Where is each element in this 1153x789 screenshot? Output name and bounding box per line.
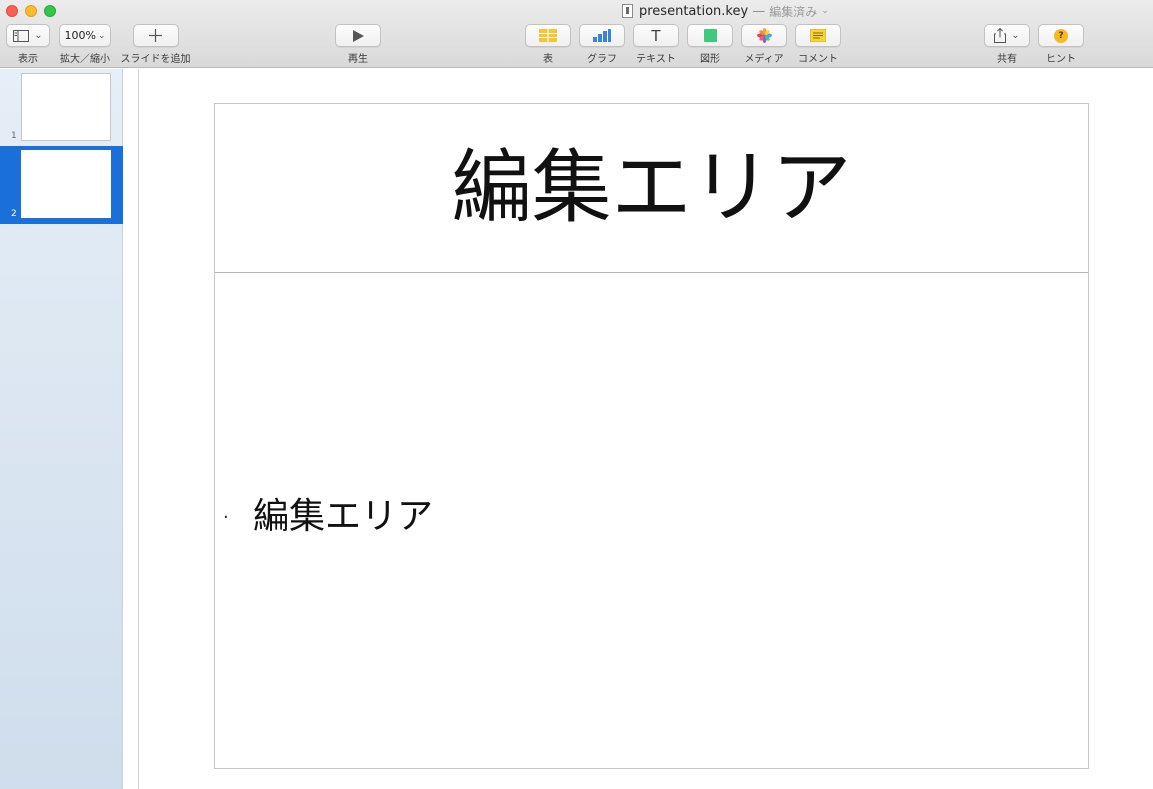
title-placeholder[interactable]: 編集エリア bbox=[215, 104, 1088, 273]
slide-canvas[interactable]: 編集エリア · 編集エリア bbox=[124, 69, 1153, 789]
window-title[interactable]: presentation.key — 編集済み ⌄ bbox=[622, 2, 829, 20]
text-label: テキスト bbox=[636, 54, 676, 65]
shape-control: 図形 bbox=[687, 24, 733, 65]
tips-label: ヒント bbox=[1046, 54, 1076, 65]
photos-icon bbox=[756, 28, 772, 43]
chevron-down-icon[interactable]: ⌄ bbox=[821, 6, 829, 16]
shape-icon bbox=[703, 29, 717, 42]
text-icon: T bbox=[651, 26, 661, 45]
share-icon bbox=[994, 28, 1007, 43]
add-slide-label: スライドを追加 bbox=[120, 54, 191, 65]
chevron-down-icon: ⌄ bbox=[34, 30, 43, 41]
chart-button[interactable] bbox=[579, 24, 625, 47]
sidebar-view-icon bbox=[13, 29, 30, 42]
add-slide-button[interactable] bbox=[132, 24, 179, 47]
table-icon bbox=[539, 29, 557, 42]
text-button[interactable]: T bbox=[633, 24, 679, 47]
canvas-divider bbox=[138, 69, 139, 789]
slide-number: 1 bbox=[11, 131, 17, 141]
view-label: 表示 bbox=[18, 54, 38, 65]
zoom-control: 100% ⌄ 拡大／縮小 bbox=[59, 24, 111, 65]
bar-chart-icon bbox=[593, 29, 611, 42]
play-icon bbox=[352, 29, 364, 42]
share-control: ⌄ 共有 bbox=[984, 24, 1030, 65]
media-button[interactable] bbox=[741, 24, 787, 47]
zoom-window-button[interactable] bbox=[44, 5, 56, 17]
slide-thumbnail-row[interactable]: 1 bbox=[0, 69, 123, 147]
view-control: ⌄ 表示 bbox=[6, 24, 50, 65]
title-separator: — bbox=[752, 3, 766, 19]
share-button[interactable]: ⌄ bbox=[984, 24, 1030, 47]
table-button[interactable] bbox=[525, 24, 571, 47]
toolbar: presentation.key — 編集済み ⌄ ⌄ 表示 100% ⌄ 拡大… bbox=[0, 0, 1153, 68]
window-filename: presentation.key bbox=[639, 3, 749, 19]
zoom-select[interactable]: 100% ⌄ bbox=[59, 24, 111, 47]
plus-icon bbox=[149, 29, 162, 42]
shape-label: 図形 bbox=[700, 54, 720, 65]
table-label: 表 bbox=[543, 54, 553, 65]
slide-thumbnail[interactable] bbox=[21, 150, 111, 218]
chevron-down-icon: ⌄ bbox=[1011, 30, 1020, 41]
minimize-window-button[interactable] bbox=[25, 5, 37, 17]
view-button[interactable]: ⌄ bbox=[6, 24, 50, 47]
slide[interactable]: 編集エリア · 編集エリア bbox=[214, 103, 1089, 769]
share-label: 共有 bbox=[997, 54, 1017, 65]
media-control: メディア bbox=[741, 24, 787, 65]
comment-label: コメント bbox=[798, 54, 838, 65]
tips-control: ? ヒント bbox=[1038, 24, 1084, 65]
tips-button[interactable]: ? bbox=[1038, 24, 1084, 47]
slide-thumbnail[interactable] bbox=[21, 73, 111, 141]
bullet-item[interactable]: · 編集エリア bbox=[223, 499, 433, 535]
slide-number: 2 bbox=[11, 209, 17, 219]
play-label: 再生 bbox=[348, 54, 368, 65]
slide-thumbnail-row-selected[interactable]: 2 bbox=[0, 146, 123, 224]
chart-control: グラフ bbox=[579, 24, 625, 65]
bullet-icon: · bbox=[223, 506, 229, 528]
slide-navigator[interactable]: 1 2 bbox=[0, 69, 123, 789]
table-control: 表 bbox=[525, 24, 571, 65]
chart-label: グラフ bbox=[587, 54, 617, 65]
comment-control: コメント bbox=[795, 24, 841, 65]
keynote-document-icon bbox=[622, 4, 633, 18]
body-placeholder[interactable]: · 編集エリア bbox=[215, 274, 1088, 768]
zoom-value: 100% bbox=[64, 29, 96, 42]
help-icon: ? bbox=[1054, 28, 1068, 43]
comment-icon bbox=[810, 29, 826, 42]
body-text[interactable]: 編集エリア bbox=[253, 499, 433, 535]
add-slide-control: スライドを追加 bbox=[119, 24, 192, 65]
slide-title[interactable]: 編集エリア bbox=[452, 148, 852, 228]
comment-button[interactable] bbox=[795, 24, 841, 47]
shape-button[interactable] bbox=[687, 24, 733, 47]
text-control: T テキスト bbox=[633, 24, 679, 65]
document-status: 編集済み bbox=[769, 4, 818, 19]
keynote-window: presentation.key — 編集済み ⌄ ⌄ 表示 100% ⌄ 拡大… bbox=[0, 0, 1153, 789]
media-label: メディア bbox=[744, 54, 784, 65]
zoom-label: 拡大／縮小 bbox=[60, 54, 110, 65]
play-button[interactable] bbox=[335, 24, 381, 47]
play-control: 再生 bbox=[335, 24, 381, 65]
close-window-button[interactable] bbox=[6, 5, 18, 17]
chevron-down-icon: ⌄ bbox=[97, 30, 106, 41]
